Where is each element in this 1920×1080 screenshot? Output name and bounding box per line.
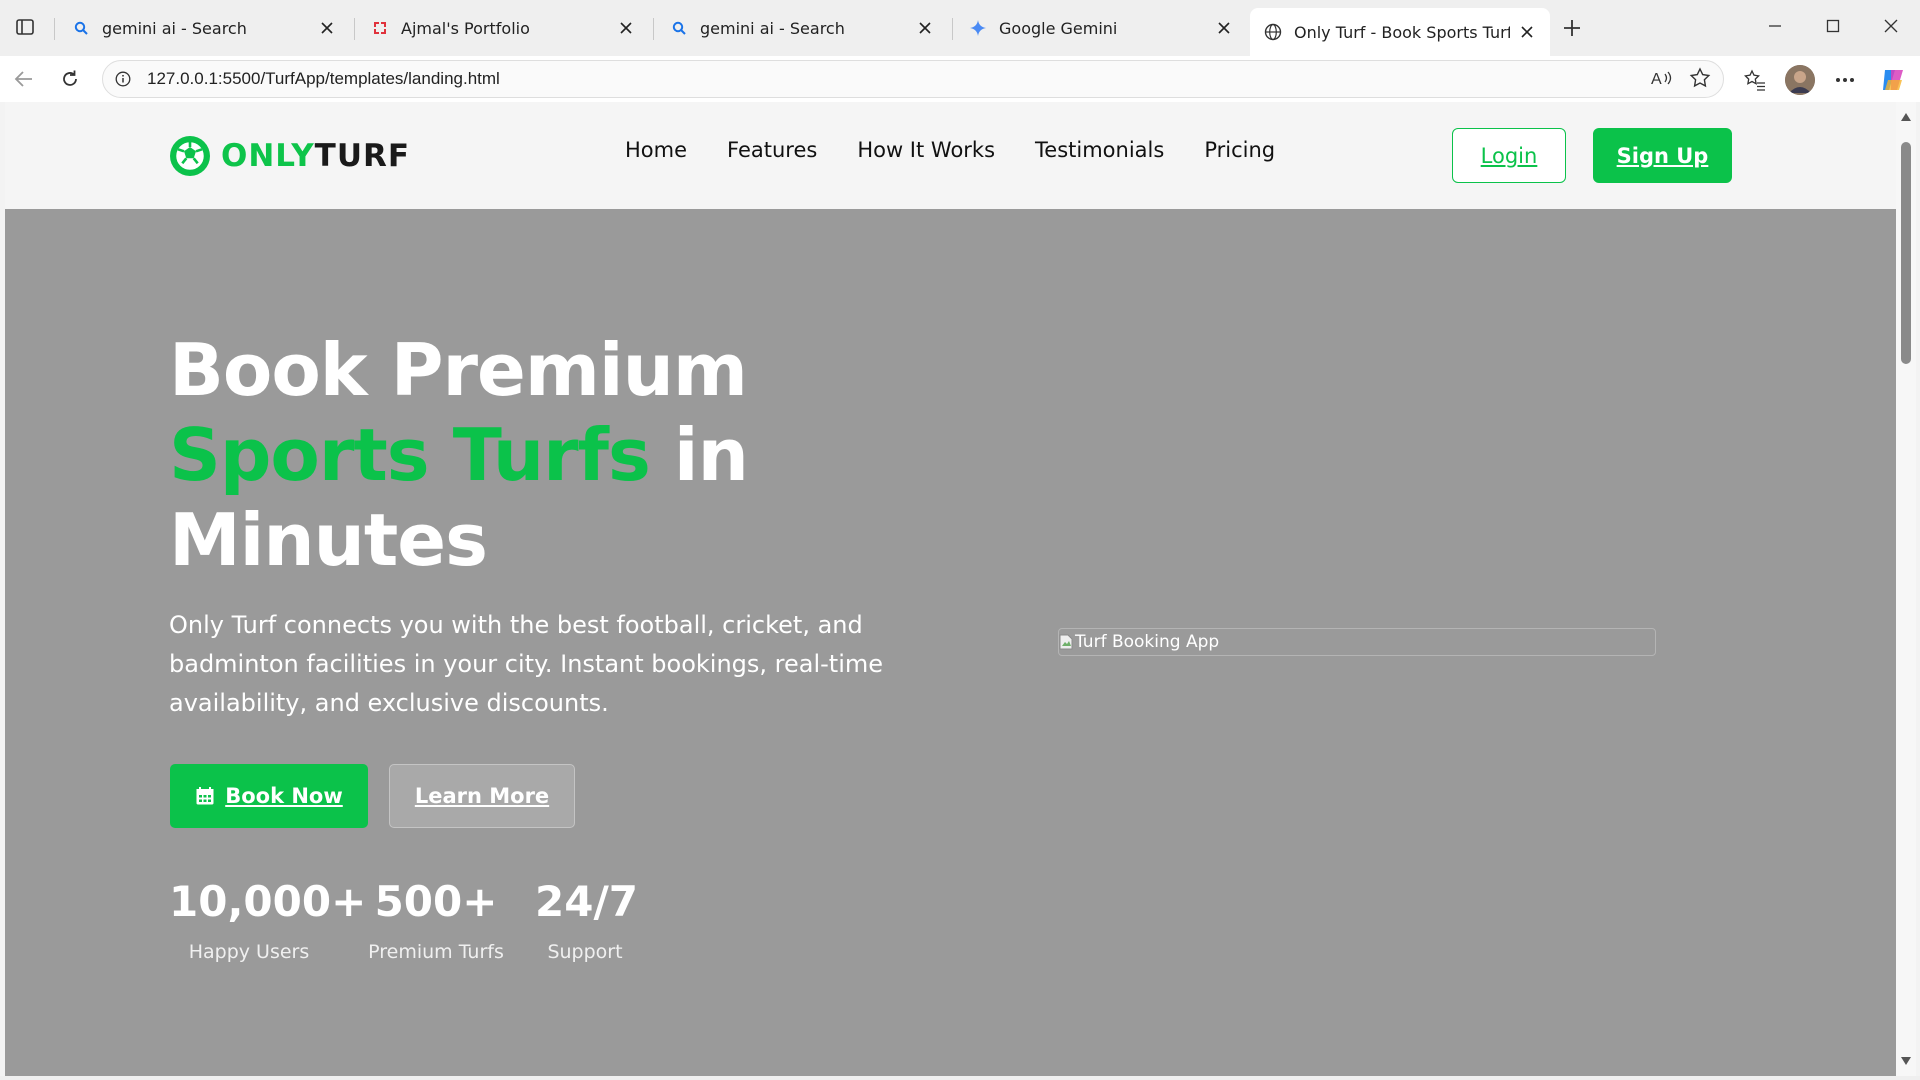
- stat-label: Premium Turfs: [368, 941, 504, 963]
- svg-text:A: A: [1651, 71, 1662, 88]
- login-button[interactable]: Login: [1452, 128, 1566, 183]
- tab-separator: [952, 18, 953, 40]
- signup-button[interactable]: Sign Up: [1593, 128, 1732, 183]
- hero-title-line2: Sports Turfs in: [169, 413, 749, 498]
- favorites-icon[interactable]: [1740, 65, 1770, 95]
- search-icon: [72, 19, 90, 37]
- read-aloud-icon[interactable]: A: [1648, 64, 1676, 92]
- maximize-button[interactable]: [1815, 12, 1851, 40]
- tab-title: Only Turf - Book Sports Turfs Inst: [1294, 22, 1510, 42]
- tab-gemini-search-2[interactable]: gemini ai - Search: [656, 8, 948, 48]
- minimize-button[interactable]: [1757, 12, 1793, 40]
- logo-text-part1: ONLY: [221, 138, 315, 174]
- calendar-icon: [195, 786, 215, 806]
- profile-avatar[interactable]: [1785, 65, 1815, 95]
- nav-link-how-it-works[interactable]: How It Works: [857, 138, 995, 162]
- hero-title-accent: Sports Turfs: [169, 413, 651, 497]
- url-text[interactable]: 127.0.0.1:5500/TurfApp/templates/landing…: [147, 69, 500, 89]
- hero-title: Book Premium Sports Turfs in Minutes: [169, 328, 749, 583]
- browser-window: gemini ai - Search Ajmal's Portfolio gem…: [0, 0, 1920, 1080]
- window-bottom-edge: [0, 1076, 1920, 1080]
- tab-actions-icon[interactable]: [14, 16, 36, 38]
- stat-happy-users: 10,000+ Happy Users: [169, 872, 367, 968]
- nav-link-pricing[interactable]: Pricing: [1204, 138, 1275, 162]
- favorite-star-icon[interactable]: [1686, 64, 1714, 92]
- browser-toolbar: 127.0.0.1:5500/TurfApp/templates/landing…: [0, 56, 1920, 102]
- stat-value: 500+: [374, 877, 498, 926]
- hero-title-after-accent: in: [649, 413, 749, 497]
- portfolio-icon: [371, 19, 389, 37]
- close-icon[interactable]: [318, 19, 336, 37]
- soccer-ball-icon: [170, 136, 210, 176]
- broken-image-icon: [1059, 634, 1073, 650]
- nav-link-features[interactable]: Features: [727, 138, 817, 162]
- gemini-icon: [969, 19, 987, 37]
- globe-icon: [1264, 23, 1282, 41]
- copilot-icon[interactable]: [1878, 65, 1908, 95]
- search-icon: [670, 19, 688, 37]
- tab-gemini-search-1[interactable]: gemini ai - Search: [58, 8, 350, 48]
- stat-support: 24/7 Support: [535, 872, 639, 968]
- stat-label: Support: [547, 941, 623, 963]
- tab-title: Google Gemini: [999, 18, 1118, 38]
- close-icon[interactable]: [617, 19, 635, 37]
- hero-description: Only Turf connects you with the best foo…: [169, 611, 884, 717]
- page-viewport: ONLYTURF Home Features How It Works Test…: [5, 102, 1896, 1076]
- close-icon[interactable]: [1518, 23, 1536, 41]
- tab-ajmal-portfolio[interactable]: Ajmal's Portfolio: [357, 8, 649, 48]
- tab-title: Ajmal's Portfolio: [401, 18, 530, 38]
- address-bar[interactable]: 127.0.0.1:5500/TurfApp/templates/landing…: [102, 60, 1724, 98]
- nav-links: Home Features How It Works Testimonials …: [625, 138, 1315, 162]
- hero-image-broken: Turf Booking App: [1058, 628, 1656, 656]
- refresh-button[interactable]: [56, 65, 84, 93]
- tab-title: gemini ai - Search: [102, 18, 247, 38]
- new-tab-button[interactable]: [1558, 16, 1586, 40]
- scroll-down-arrow-icon[interactable]: [1899, 1054, 1913, 1068]
- tab-separator: [54, 18, 55, 40]
- tab-title: gemini ai - Search: [700, 18, 845, 38]
- hero-title-line1: Book Premium: [169, 328, 748, 412]
- tab-separator: [653, 18, 654, 40]
- scrollbar-thumb[interactable]: [1901, 142, 1911, 364]
- stat-label: Happy Users: [188, 941, 310, 963]
- close-icon[interactable]: [916, 19, 934, 37]
- logo-text: ONLYTURF: [221, 138, 410, 174]
- stat-value: 24/7: [535, 877, 639, 926]
- info-icon[interactable]: [113, 69, 133, 89]
- page-scrollbar[interactable]: [1896, 102, 1916, 1076]
- book-now-button[interactable]: Book Now: [170, 764, 368, 828]
- tab-google-gemini[interactable]: Google Gemini: [955, 8, 1247, 48]
- scroll-up-arrow-icon[interactable]: [1899, 110, 1913, 124]
- nav-link-home[interactable]: Home: [625, 138, 687, 162]
- site-logo[interactable]: ONLYTURF: [169, 135, 410, 177]
- book-now-label: Book Now: [225, 784, 343, 808]
- back-button[interactable]: [10, 65, 38, 93]
- more-options-icon[interactable]: [1830, 65, 1860, 95]
- close-icon[interactable]: [1215, 19, 1233, 37]
- tab-separator: [354, 18, 355, 40]
- learn-more-button[interactable]: Learn More: [389, 764, 575, 828]
- site-navbar: ONLYTURF Home Features How It Works Test…: [5, 102, 1896, 209]
- hero-image-alt: Turf Booking App: [1075, 632, 1220, 652]
- tab-strip: gemini ai - Search Ajmal's Portfolio gem…: [0, 0, 1920, 56]
- logo-text-part2: TURF: [314, 138, 411, 174]
- stat-premium-turfs: 500+ Premium Turfs: [363, 872, 509, 968]
- hero-title-line3: Minutes: [169, 498, 488, 582]
- stat-value: 10,000+: [169, 877, 367, 926]
- close-window-button[interactable]: [1873, 12, 1909, 40]
- tab-only-turf[interactable]: Only Turf - Book Sports Turfs Inst: [1250, 8, 1550, 56]
- nav-link-testimonials[interactable]: Testimonials: [1035, 138, 1164, 162]
